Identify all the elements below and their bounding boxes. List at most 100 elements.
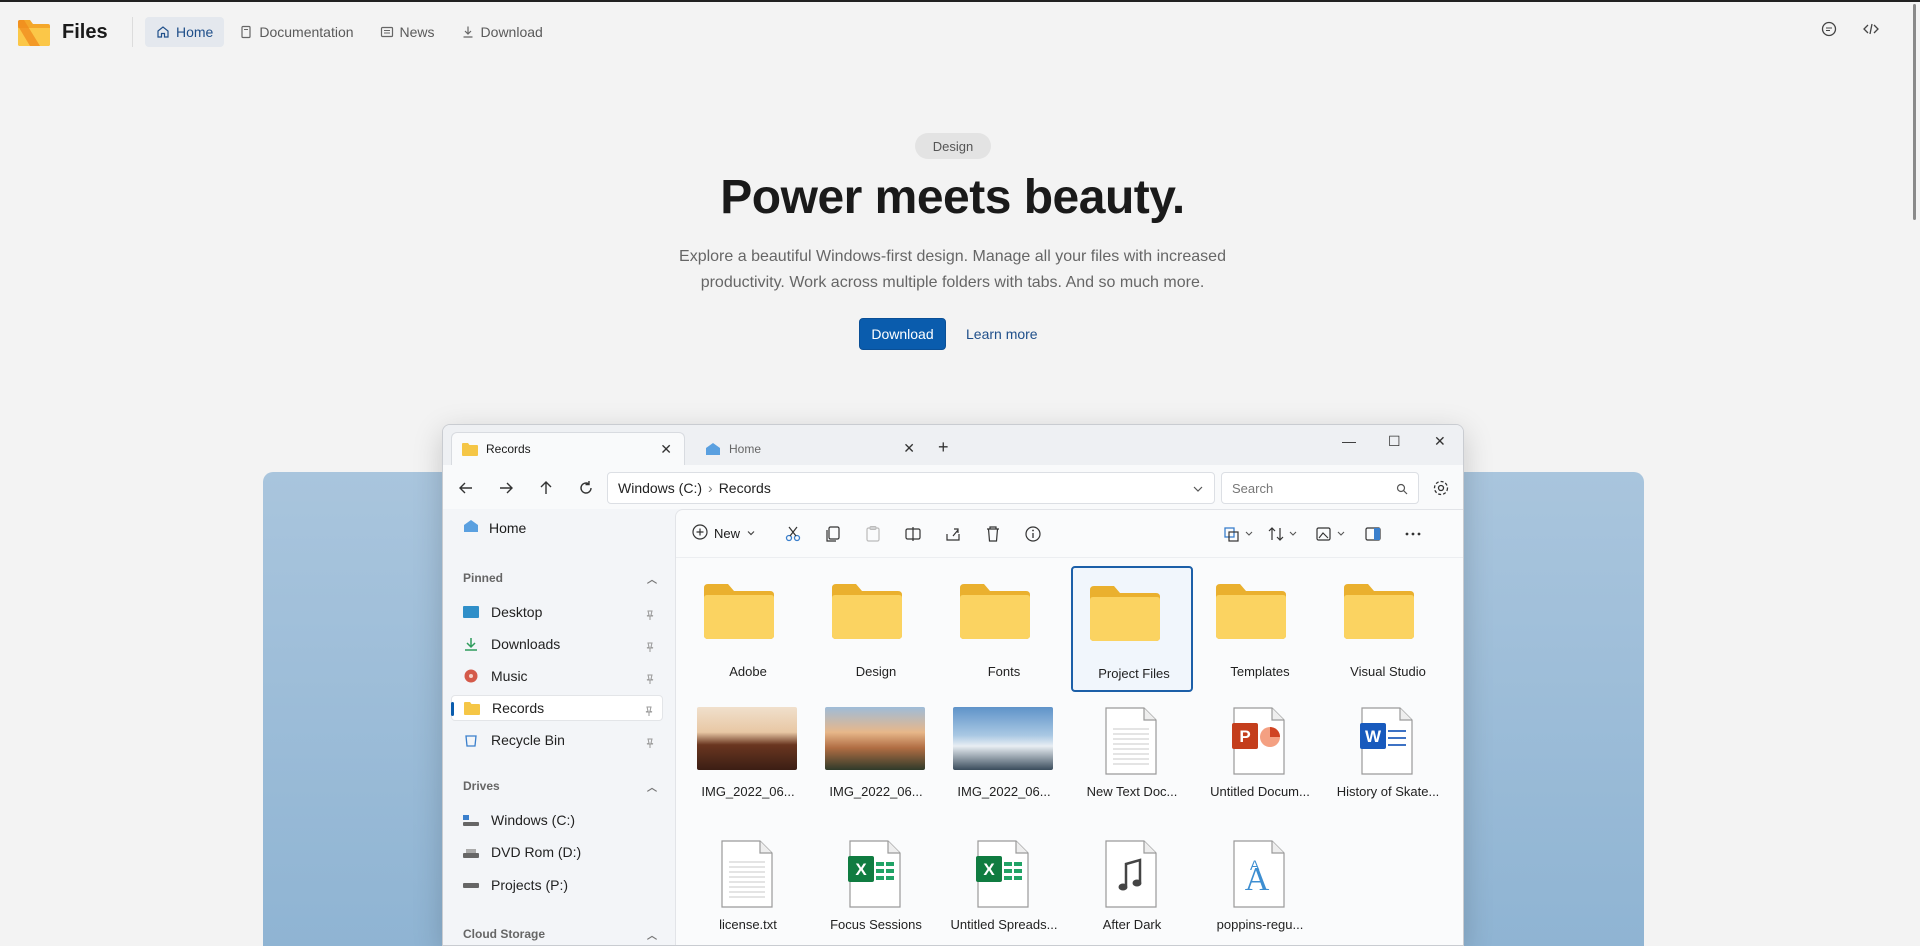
- file-item[interactable]: Templates: [1199, 566, 1321, 692]
- sidebar-section-cloud-storage[interactable]: Cloud Storage ︿: [463, 927, 657, 942]
- home-icon: [705, 442, 721, 456]
- chevron-down-icon[interactable]: [1192, 482, 1204, 494]
- layout-icon[interactable]: [1316, 525, 1345, 543]
- sidebar-section-pinned[interactable]: Pinned ︿: [463, 571, 657, 586]
- close-icon[interactable]: ✕: [903, 440, 915, 457]
- sidebar-item-downloads[interactable]: Downloads: [451, 631, 663, 657]
- forward-arrow-icon[interactable]: [497, 479, 515, 497]
- page-scrollbar[interactable]: [1913, 4, 1916, 220]
- file-item[interactable]: After Dark: [1071, 830, 1193, 945]
- paste-icon[interactable]: [864, 525, 882, 543]
- nav-link-label: Download: [480, 24, 543, 40]
- brand[interactable]: Files: [18, 18, 118, 46]
- share-icon[interactable]: [944, 525, 962, 543]
- file-item[interactable]: New Text Doc...: [1071, 697, 1193, 823]
- search-icon: [1396, 483, 1408, 495]
- close-icon[interactable]: ✕: [660, 441, 672, 458]
- cut-icon[interactable]: [784, 525, 802, 543]
- site-header: Files Home Documentation News Download: [0, 2, 1920, 62]
- add-tab-icon[interactable]: +: [938, 437, 949, 458]
- nav-link-download[interactable]: Download: [450, 17, 554, 47]
- folder-icon: [1090, 586, 1160, 641]
- search-input[interactable]: Search: [1221, 472, 1419, 504]
- search-placeholder: Search: [1232, 480, 1274, 496]
- more-options-icon[interactable]: [1404, 525, 1422, 543]
- maximize-icon[interactable]: ☐: [1388, 433, 1401, 450]
- learn-more-link[interactable]: Learn more: [966, 326, 1038, 342]
- select-icon[interactable]: [1224, 525, 1253, 543]
- sidebar-item-home[interactable]: Home: [463, 519, 526, 536]
- delete-icon[interactable]: [984, 525, 1002, 543]
- sidebar-item-projects-p[interactable]: Projects (P:): [451, 872, 663, 898]
- music-icon: [463, 669, 479, 683]
- sidebar-item-dvd-d[interactable]: DVD Rom (D:): [451, 839, 663, 865]
- chevron-up-icon[interactable]: ︿: [647, 779, 657, 794]
- file-item[interactable]: P Untitled Docum...: [1199, 697, 1321, 823]
- file-item-label: Project Files: [1098, 666, 1170, 681]
- nav-link-news[interactable]: News: [369, 17, 446, 47]
- file-item[interactable]: Fonts: [943, 566, 1065, 692]
- file-item[interactable]: IMG_2022_06...: [943, 697, 1065, 823]
- info-icon[interactable]: [1024, 525, 1042, 543]
- sidebar-item-music[interactable]: Music: [451, 663, 663, 689]
- file-pane: New Adobe Design Fonts Project Files Templat…: [675, 509, 1463, 945]
- sidebar-item-windows-c[interactable]: Windows (C:): [451, 807, 663, 833]
- file-item[interactable]: W History of Skate...: [1327, 697, 1449, 823]
- rename-icon[interactable]: [904, 525, 922, 543]
- chat-icon[interactable]: [1820, 20, 1838, 38]
- copy-icon[interactable]: [824, 525, 842, 543]
- nav-link-documentation[interactable]: Documentation: [228, 17, 364, 47]
- chevron-up-icon[interactable]: ︿: [647, 927, 657, 942]
- breadcrumb-drive[interactable]: Windows (C:): [618, 480, 702, 496]
- up-arrow-icon[interactable]: [537, 479, 555, 497]
- pin-icon[interactable]: [645, 607, 655, 620]
- file-item[interactable]: Visual Studio: [1327, 566, 1449, 692]
- sidebar-item-recycle-bin[interactable]: Recycle Bin: [451, 727, 663, 753]
- pin-icon[interactable]: [645, 639, 655, 652]
- file-item[interactable]: IMG_2022_06...: [687, 697, 809, 823]
- pin-icon[interactable]: [645, 671, 655, 684]
- window-close-icon[interactable]: ✕: [1434, 433, 1446, 450]
- gear-icon[interactable]: [1432, 479, 1450, 497]
- folder-icon: [960, 584, 1030, 639]
- breadcrumb-folder[interactable]: Records: [719, 480, 771, 496]
- file-item[interactable]: Project Files: [1071, 566, 1193, 692]
- address-input[interactable]: Windows (C:) › Records: [607, 472, 1215, 504]
- chevron-up-icon[interactable]: ︿: [647, 571, 657, 586]
- sort-icon[interactable]: [1268, 525, 1297, 543]
- download-button[interactable]: Download: [859, 318, 946, 350]
- text-file-icon: [1104, 707, 1158, 775]
- new-button[interactable]: New: [692, 524, 756, 543]
- breadcrumb-separator-icon: ›: [708, 480, 713, 496]
- back-arrow-icon[interactable]: [457, 479, 475, 497]
- tab-records[interactable]: Records ✕: [451, 432, 685, 465]
- tab-home[interactable]: Home ✕: [695, 432, 927, 465]
- file-item[interactable]: X Focus Sessions: [815, 830, 937, 945]
- excel-file-icon: X: [848, 840, 902, 908]
- file-item[interactable]: IMG_2022_06...: [815, 697, 937, 823]
- details-pane-icon[interactable]: [1364, 525, 1382, 543]
- svg-text:X: X: [983, 860, 995, 879]
- refresh-icon[interactable]: [577, 479, 595, 497]
- file-item[interactable]: license.txt: [687, 830, 809, 945]
- file-item-label: IMG_2022_06...: [829, 784, 923, 799]
- file-item[interactable]: A A poppins-regu...: [1199, 830, 1321, 945]
- code-icon[interactable]: [1862, 20, 1880, 38]
- pin-icon[interactable]: [644, 703, 654, 716]
- word-file-icon: W: [1360, 707, 1414, 775]
- sidebar-section-drives[interactable]: Drives ︿: [463, 779, 657, 794]
- svg-text:A: A: [1250, 857, 1260, 873]
- file-item-label: History of Skate...: [1336, 784, 1440, 799]
- file-item[interactable]: X Untitled Spreads...: [943, 830, 1065, 945]
- file-item[interactable]: Adobe: [687, 566, 809, 692]
- sidebar-item-records[interactable]: Records: [451, 695, 663, 721]
- desktop-icon: [463, 605, 479, 619]
- brand-name: Files: [62, 20, 108, 43]
- nav-link-label: News: [399, 24, 435, 40]
- file-item[interactable]: Design: [815, 566, 937, 692]
- minimize-icon[interactable]: —: [1342, 433, 1356, 449]
- file-item-label: Templates: [1230, 664, 1290, 679]
- pin-icon[interactable]: [645, 735, 655, 748]
- nav-link-home[interactable]: Home: [145, 17, 225, 47]
- sidebar-item-desktop[interactable]: Desktop: [451, 599, 663, 625]
